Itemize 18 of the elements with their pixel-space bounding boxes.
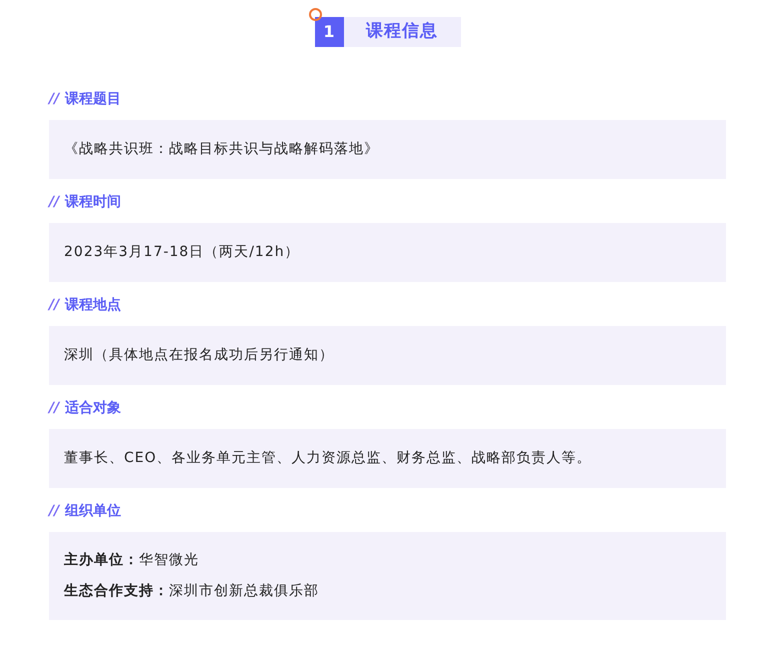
slash-marker: //	[49, 296, 60, 314]
section-title: 课程信息	[344, 17, 460, 47]
field-heading: 组织单位	[65, 502, 122, 520]
field-value: 主办单位：华智微光	[64, 550, 200, 570]
field-heading: 课程题目	[65, 90, 122, 108]
field-value: 《战略共识班：战略目标共识与战略解码落地》	[64, 140, 380, 159]
slash-marker: //	[49, 502, 60, 520]
field-value: 生态合作支持：深圳市创新总裁俱乐部	[64, 582, 320, 601]
slash-marker: //	[49, 192, 60, 212]
field-value: 2023年3月17-18日（两天/12h）	[64, 243, 301, 262]
field-value: 深圳（具体地点在报名成功后另行通知）	[64, 346, 335, 365]
section-number: 1	[314, 17, 344, 47]
field-heading: 课程地点	[65, 296, 122, 314]
field-value: 董事长、CEO、各业务单元主管、人力资源总监、财务总监、战略部负责人等。	[64, 449, 593, 468]
field-heading: 课程时间	[65, 192, 122, 212]
slash-marker: //	[49, 398, 60, 418]
slash-marker: //	[49, 90, 60, 108]
field-heading: 适合对象	[65, 398, 122, 418]
